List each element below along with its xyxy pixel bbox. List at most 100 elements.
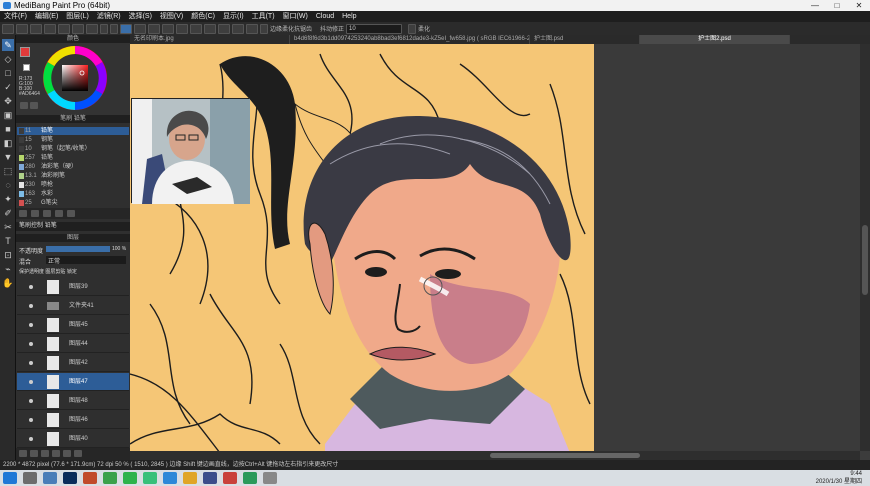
- layer-row[interactable]: 图层42: [17, 354, 129, 372]
- lasso-tool-icon[interactable]: ◌: [2, 179, 14, 191]
- app-icon-4[interactable]: [223, 472, 237, 484]
- snap-cross-icon[interactable]: [190, 23, 202, 34]
- magic-wand-icon[interactable]: ✦: [2, 193, 14, 205]
- minimize-icon[interactable]: —: [804, 0, 826, 11]
- brush-item[interactable]: 15 钢笔: [17, 136, 129, 144]
- settings-brush-icon[interactable]: [55, 210, 63, 217]
- app-icon-1[interactable]: [83, 472, 97, 484]
- print-icon[interactable]: [72, 23, 84, 34]
- close-icon[interactable]: ✕: [848, 0, 870, 11]
- brush-item[interactable]: 230 喷枪: [17, 181, 129, 189]
- color-palette-button[interactable]: [30, 102, 38, 109]
- tab-doc-4[interactable]: 护士图2.psd: [640, 35, 790, 44]
- brush-item[interactable]: 163 水彩: [17, 190, 129, 198]
- divide-tool-icon[interactable]: ⊡: [2, 249, 14, 261]
- layer-row[interactable]: 图层39: [17, 278, 129, 296]
- tab-doc-1[interactable]: 无名印刷本.jpg: [130, 35, 290, 44]
- layer-row[interactable]: 图层46: [17, 411, 129, 429]
- snap-curve-icon[interactable]: [246, 23, 258, 34]
- reference-photo[interactable]: [131, 98, 250, 204]
- layer-row[interactable]: 图层48: [17, 392, 129, 410]
- snap-radial-icon[interactable]: [218, 23, 230, 34]
- new-folder-icon[interactable]: [41, 450, 49, 457]
- search-icon[interactable]: [23, 472, 37, 484]
- secondary-color-swatch[interactable]: [23, 64, 30, 71]
- snap-circle-icon[interactable]: [232, 23, 244, 34]
- snap-vanish-icon[interactable]: [204, 23, 216, 34]
- text-tool-icon[interactable]: T: [2, 235, 14, 247]
- photoshop-icon[interactable]: [63, 472, 77, 484]
- check-tool-icon[interactable]: ✓: [2, 81, 14, 93]
- menu-view[interactable]: 视图(V): [160, 11, 183, 22]
- dot-tool-icon[interactable]: □: [2, 67, 14, 79]
- menu-select[interactable]: 选择(S): [129, 11, 152, 22]
- snap-off-icon[interactable]: [162, 23, 174, 34]
- menu-edit[interactable]: 编辑(E): [35, 11, 58, 22]
- brush-item[interactable]: 25 G笔尖: [17, 199, 129, 207]
- copy-brush-icon[interactable]: [31, 210, 39, 217]
- app-icon-3[interactable]: [163, 472, 177, 484]
- app-icon-5[interactable]: [243, 472, 257, 484]
- eraser-select-icon[interactable]: [134, 23, 146, 34]
- tab-brush[interactable]: 笔刷: [60, 116, 72, 122]
- layer-folder[interactable]: 文件夹41: [17, 297, 129, 315]
- folder-icon[interactable]: [183, 472, 197, 484]
- layer-row[interactable]: 图层45: [17, 316, 129, 334]
- menu-color[interactable]: 颜色(C): [191, 11, 215, 22]
- layer-row[interactable]: 图层47: [17, 373, 129, 391]
- visibility-eye-icon[interactable]: [29, 380, 33, 384]
- shape-tool-icon[interactable]: ■: [2, 123, 14, 135]
- cloud-brush-icon[interactable]: [43, 210, 51, 217]
- new-halftone-layer-icon[interactable]: [30, 450, 38, 457]
- export-icon[interactable]: [58, 23, 70, 34]
- transform-icon[interactable]: [148, 23, 160, 34]
- wechat-icon[interactable]: [123, 472, 137, 484]
- chrome-icon[interactable]: [103, 472, 117, 484]
- blend-select[interactable]: 正常: [46, 256, 126, 265]
- hand-tool-icon[interactable]: ✋: [2, 277, 14, 289]
- select-eraser-icon[interactable]: ✂: [2, 221, 14, 233]
- visibility-eye-icon[interactable]: [29, 304, 33, 308]
- brush-item[interactable]: 10 钢笔（起笔/收笔）: [17, 145, 129, 153]
- visibility-eye-icon[interactable]: [29, 437, 33, 441]
- bucket-tool-icon[interactable]: ▼: [2, 151, 14, 163]
- visibility-eye-icon[interactable]: [29, 342, 33, 346]
- start-icon[interactable]: [3, 472, 17, 484]
- tab-pencil[interactable]: 铅笔: [74, 116, 86, 122]
- vertical-scroll-thumb[interactable]: [862, 225, 868, 295]
- menu-file[interactable]: 文件(F): [4, 11, 27, 22]
- tab-pencil-footer[interactable]: 铅笔: [45, 223, 57, 229]
- soften-checkbox[interactable]: [408, 23, 417, 34]
- open-file-icon[interactable]: [16, 23, 28, 34]
- opacity-slider[interactable]: [46, 246, 110, 252]
- color-wheel[interactable]: [36, 45, 114, 111]
- layer-row[interactable]: 图层44: [17, 335, 129, 353]
- eraser-tool-icon[interactable]: ◇: [2, 53, 14, 65]
- save-icon[interactable]: [44, 23, 56, 34]
- duplicate-layer-icon[interactable]: [52, 450, 60, 457]
- antialias-checkbox[interactable]: [260, 23, 268, 34]
- move-tool-icon[interactable]: ✥: [2, 95, 14, 107]
- snap-parallel-icon[interactable]: [176, 23, 188, 34]
- eyedropper-tool-icon[interactable]: ⌁: [2, 263, 14, 275]
- menu-help[interactable]: Help: [342, 11, 356, 22]
- menu-layer[interactable]: 图层(L): [66, 11, 89, 22]
- horizontal-scroll-thumb[interactable]: [490, 453, 640, 458]
- redo-icon[interactable]: [110, 23, 118, 34]
- menu-display[interactable]: 显示(I): [223, 11, 244, 22]
- brush-select-icon[interactable]: [120, 23, 132, 34]
- tab-brush-control[interactable]: 笔刷控制: [19, 223, 43, 229]
- select-tool-icon[interactable]: ⬚: [2, 165, 14, 177]
- undo-icon[interactable]: [100, 23, 108, 34]
- merge-layer-icon[interactable]: [63, 450, 71, 457]
- color-mode-button[interactable]: [20, 102, 28, 109]
- app-icon-6[interactable]: [263, 472, 277, 484]
- correction-select[interactable]: 10: [346, 23, 403, 34]
- visibility-eye-icon[interactable]: [29, 285, 33, 289]
- cloud-icon[interactable]: [30, 23, 42, 34]
- visibility-eye-icon[interactable]: [29, 399, 33, 403]
- visibility-eye-icon[interactable]: [29, 418, 33, 422]
- brush-item[interactable]: 13.1 油彩刷笔: [17, 172, 129, 180]
- visibility-eye-icon[interactable]: [29, 323, 33, 327]
- fill-tool-icon[interactable]: ▣: [2, 109, 14, 121]
